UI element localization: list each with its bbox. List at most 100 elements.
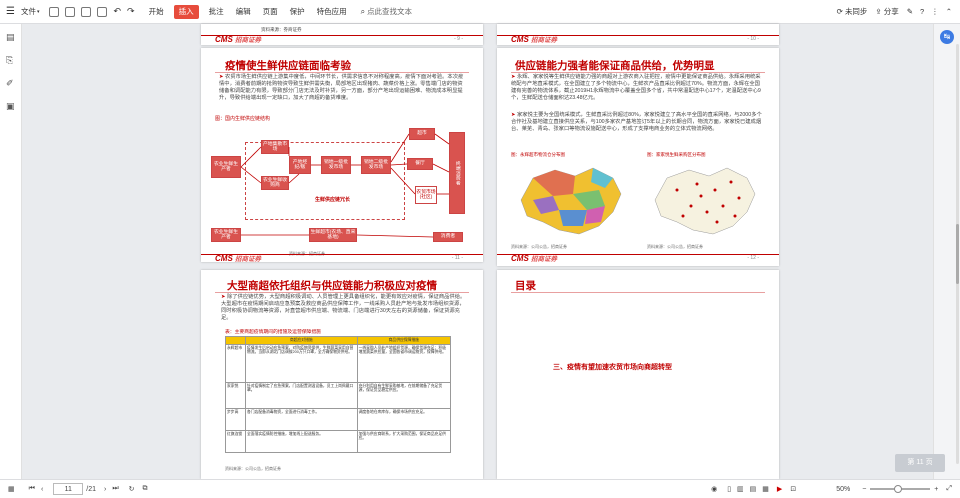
scroll-thumb[interactable]: [956, 224, 959, 284]
page-9-logo: CMS 招商证券: [215, 35, 262, 44]
rotate-icon[interactable]: ↻: [129, 485, 135, 493]
supply-chain-diagram: 农业生鲜生产者 产地集散市场 产地经纪/贩 农业生鲜收购商 销地一级批发市场 销…: [209, 124, 475, 248]
file-menu[interactable]: 文件 ▾: [21, 0, 40, 24]
page-12-logo: CMS 招商证券: [511, 254, 558, 263]
page-14-title: 目录: [515, 280, 536, 292]
ribbon-toolbar: ☰ 文件 ▾ ↶ ↷ 开始 插入 批注 编辑 页面 保护 特色应用 ⌕ 点此查找文本…: [0, 0, 960, 24]
toc-item-3[interactable]: 三、疫情有望加速农贸市场向商超转型: [553, 362, 672, 372]
zoom-in-icon[interactable]: +: [934, 486, 938, 493]
bookmark-icon[interactable]: ⎘: [6, 55, 21, 66]
save-icon[interactable]: [65, 6, 76, 17]
collapse-icon[interactable]: ⌃: [946, 7, 952, 16]
page-10-number: - 10 -: [747, 36, 759, 42]
zoom-level[interactable]: 50%: [836, 486, 850, 493]
fit-icon[interactable]: ⊡: [790, 485, 796, 493]
page-13-source: 资料来源：公司公告，招商证券: [225, 466, 281, 471]
export-icon[interactable]: [97, 6, 108, 17]
page-13: 大型商超依托组织与供应链能力积极应对疫情 ➤ 除了供应链优势，大型商超积极调动、…: [201, 270, 483, 479]
page-number-input[interactable]: 11: [53, 483, 84, 495]
sidebar-toggle-icon[interactable]: ▦: [8, 485, 15, 493]
thumbnail-icon[interactable]: ▤: [6, 32, 21, 43]
tab-page[interactable]: 页面: [263, 0, 278, 24]
page-10: CMS 招商证券 - 10 -: [497, 24, 779, 45]
menu-icon[interactable]: ☰: [6, 0, 15, 24]
page-11-title: 疫情使生鲜供应链面临考验: [225, 60, 351, 72]
single-page-icon[interactable]: ▯: [727, 485, 731, 493]
tab-insert[interactable]: 插入: [173, 4, 199, 19]
zoom-slider-thumb[interactable]: [894, 485, 903, 493]
notes-icon[interactable]: ✎: [907, 7, 913, 16]
page-12-bullet-1: ➤ 永辉、家家悦等生鲜供应链能力强的商超对上游农商入驻把控，疫情中更能保证商品供…: [511, 74, 761, 101]
page-12-fig2-label: 图：家家悦生鲜采购区分布图: [647, 152, 706, 157]
page-14: 目录 三、疫情有望加速农贸市场向商超转型: [497, 270, 779, 479]
left-sidebar: ▤ ⎘ ✐ ▣: [0, 24, 22, 479]
print-icon[interactable]: [81, 6, 92, 17]
share-icon: ⇪: [875, 7, 882, 16]
play-icon[interactable]: ▶: [777, 485, 782, 493]
share-button[interactable]: ⇪ 分享: [875, 0, 898, 24]
tab-features-label: 特色应用: [316, 7, 347, 16]
search-box[interactable]: ⌕ 点此查找文本: [361, 0, 412, 24]
tab-edit[interactable]: 编辑: [236, 0, 251, 24]
undo-icon[interactable]: ↶: [113, 6, 121, 17]
page-9-number: - 9 -: [454, 36, 463, 42]
page-10-logo: CMS 招商证券: [511, 35, 558, 44]
status-bar: ▦ ⏮ ‹ 11 /21 › ⏭ ↻ ⧉ ◉ ▯ ▥ ▤ ▦ ▶ ⊡ 50% −…: [0, 479, 960, 498]
eye-icon[interactable]: ◉: [711, 485, 717, 493]
open-icon[interactable]: [49, 6, 60, 17]
page-12: 供应链能力强者能保证商品供给，优势明显 ➤ 永辉、家家悦等生鲜供应链能力强的商超…: [497, 48, 779, 266]
copy-icon[interactable]: ⧉: [143, 485, 148, 493]
annotation-icon[interactable]: ✐: [6, 78, 21, 89]
help-icon[interactable]: ?: [920, 7, 924, 16]
table-head-1: 商超应对措施: [245, 336, 358, 345]
page-11-logo: CMS 招商证券: [215, 254, 262, 263]
table-row: 家家悦 针对疫情制定了应急预案，门店配置测温设备，员工上岗佩戴口罩。 充分利用自有生…: [225, 381, 452, 409]
tab-start-label: 开始: [148, 7, 164, 16]
first-page-icon[interactable]: ⏮: [29, 485, 35, 493]
translate-icon[interactable]: ↹: [940, 30, 954, 44]
prev-page-icon[interactable]: ‹: [41, 486, 43, 493]
page-13-table-label: 表：主要商超疫情期间的措施及运营保障措施: [225, 330, 321, 335]
page-9-source: 资料来源：券商证券: [261, 27, 302, 32]
sync-status[interactable]: ⟳ 未同步: [837, 0, 868, 24]
page-12-source-1: 资料来源：公司公告，招商证券: [511, 244, 567, 249]
tab-review[interactable]: 批注: [209, 0, 224, 24]
zoom-out-icon[interactable]: −: [862, 486, 866, 493]
book-icon[interactable]: ▦: [762, 485, 769, 493]
tab-edit-label: 编辑: [235, 7, 251, 16]
outline-icon[interactable]: ▣: [6, 101, 21, 112]
sync-label: 未同步: [844, 7, 868, 16]
page-11-bullet: ➤ 农贸市场生鲜供应链上游集中度低，中间环节长，供需求信息不对称程度高，疫情下面…: [219, 74, 464, 101]
page-9: 资料来源：券商证券 CMS 招商证券 - 9 -: [201, 24, 483, 45]
zoom-slider[interactable]: [870, 485, 931, 493]
right-sidebar: ↹: [933, 24, 960, 479]
next-page-icon[interactable]: ›: [104, 486, 106, 493]
china-map-yonghui: [520, 167, 622, 235]
table-row: 红旗连锁 全面落实疫情防控措施，增加线上配送服务。 加强与供应商联系，扩大采购范围，…: [225, 429, 452, 453]
page-total: /21: [86, 485, 97, 493]
page-12-number: - 12 -: [747, 255, 759, 261]
page-13-title: 大型商超依托组织与供应链能力积极应对疫情: [227, 280, 437, 292]
redo-icon[interactable]: ↷: [127, 6, 135, 17]
tab-protect-label: 保护: [289, 7, 305, 16]
tab-review-label: 批注: [208, 7, 224, 16]
fullscreen-icon[interactable]: ⤢: [946, 485, 952, 493]
page-11: 疫情使生鲜供应链面临考验 ➤ 农贸市场生鲜供应链上游集中度低，中间环节长，供需求…: [201, 48, 483, 262]
share-label: 分享: [883, 7, 899, 16]
search-placeholder: 点此查找文本: [367, 7, 413, 16]
tab-features[interactable]: 特色应用: [317, 0, 347, 24]
continuous-icon[interactable]: ▤: [750, 485, 757, 493]
page-11-footer: CMS 招商证券 - 11 -: [201, 252, 483, 266]
table-head-empty: [225, 336, 246, 345]
tab-start[interactable]: 开始: [149, 0, 164, 24]
page-12-bullet-2: ➤ 家家悦主要为全国统采模式，生鲜直采比例超过80%，家家悦建立了高水平全国的直…: [511, 112, 762, 132]
china-map-jiajiayue: [654, 167, 756, 235]
tab-protect[interactable]: 保护: [290, 0, 305, 24]
double-page-icon[interactable]: ▥: [737, 485, 744, 493]
sync-icon: ⟳: [836, 7, 843, 16]
more-icon[interactable]: ⋮: [931, 7, 939, 16]
last-page-icon[interactable]: ⏭: [112, 485, 118, 493]
file-menu-label: 文件: [20, 7, 36, 16]
page-indicator-badge: 第 11 页: [895, 454, 945, 472]
scrollbar[interactable]: [956, 44, 959, 464]
